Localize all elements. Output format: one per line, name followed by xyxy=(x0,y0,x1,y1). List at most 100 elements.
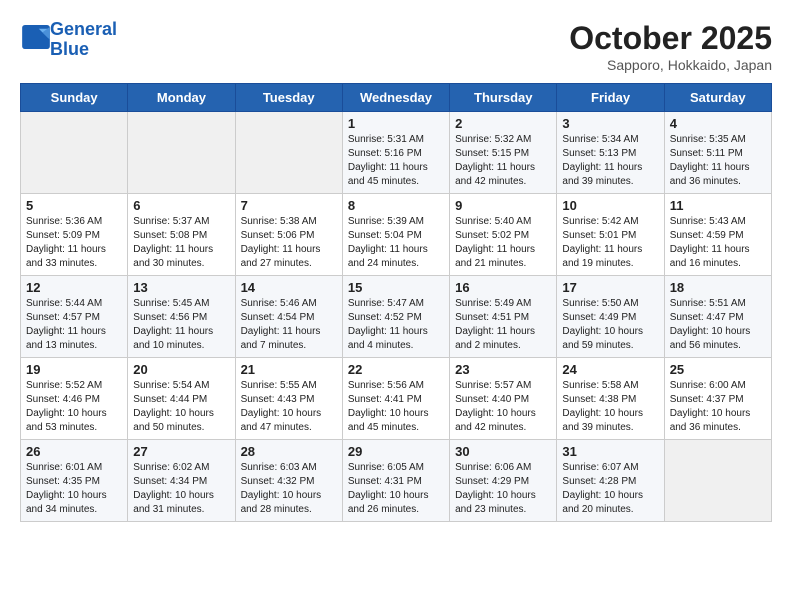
day-info: Sunrise: 5:52 AM Sunset: 4:46 PM Dayligh… xyxy=(26,379,122,435)
calendar-cell: 6 Sunrise: 5:37 AM Sunset: 5:08 PM Daylig… xyxy=(128,194,235,276)
calendar-cell: 10 Sunrise: 5:42 AM Sunset: 5:01 PM Dayli… xyxy=(557,194,664,276)
calendar-cell: 26Sunrise: 6:01 AM Sunset: 4:35 PM Dayli… xyxy=(21,440,128,522)
day-number: 30 xyxy=(455,444,551,459)
calendar-cell: 5 Sunrise: 5:36 AM Sunset: 5:09 PM Daylig… xyxy=(21,194,128,276)
calendar-cell xyxy=(664,440,771,522)
calendar-cell xyxy=(235,112,342,194)
day-number: 7 xyxy=(241,198,337,213)
day-number: 4 xyxy=(670,116,766,131)
day-number: 25 xyxy=(670,362,766,377)
calendar-week-row: 1Sunrise: 5:31 AM Sunset: 5:16 PM Daylig… xyxy=(21,112,772,194)
calendar-cell: 25 Sunrise: 6:00 AM Sunset: 4:37 PM Dayli… xyxy=(664,358,771,440)
weekday-header: Monday xyxy=(128,84,235,112)
calendar-cell: 22 Sunrise: 5:56 AM Sunset: 4:41 PM Dayli… xyxy=(342,358,449,440)
calendar-cell xyxy=(21,112,128,194)
title-block: October 2025 Sapporo, Hokkaido, Japan xyxy=(569,20,772,73)
calendar-cell xyxy=(128,112,235,194)
day-info: Sunrise: 5:40 AM Sunset: 5:02 PM Dayligh… xyxy=(455,215,551,271)
calendar-cell: 17 Sunrise: 5:50 AM Sunset: 4:49 PM Dayli… xyxy=(557,276,664,358)
day-info: Sunrise: 5:49 AM Sunset: 4:51 PM Dayligh… xyxy=(455,297,551,353)
day-number: 5 xyxy=(26,198,122,213)
day-info: Sunrise: 5:51 AM Sunset: 4:47 PM Dayligh… xyxy=(670,297,766,353)
calendar-cell: 11 Sunrise: 5:43 AM Sunset: 4:59 PM Dayli… xyxy=(664,194,771,276)
day-info: Sunrise: 5:44 AM Sunset: 4:57 PM Dayligh… xyxy=(26,297,122,353)
day-number: 11 xyxy=(670,198,766,213)
calendar-cell: 24 Sunrise: 5:58 AM Sunset: 4:38 PM Dayli… xyxy=(557,358,664,440)
day-number: 6 xyxy=(133,198,229,213)
day-number: 16 xyxy=(455,280,551,295)
calendar-cell: 31Sunrise: 6:07 AM Sunset: 4:28 PM Dayli… xyxy=(557,440,664,522)
day-info: Sunrise: 5:35 AM Sunset: 5:11 PM Dayligh… xyxy=(670,133,766,189)
day-number: 10 xyxy=(562,198,658,213)
calendar-cell: 16 Sunrise: 5:49 AM Sunset: 4:51 PM Dayli… xyxy=(450,276,557,358)
month-title: October 2025 xyxy=(569,20,772,57)
day-number: 21 xyxy=(241,362,337,377)
calendar-cell: 20Sunrise: 5:54 AM Sunset: 4:44 PM Dayli… xyxy=(128,358,235,440)
day-number: 17 xyxy=(562,280,658,295)
calendar-cell: 21 Sunrise: 5:55 AM Sunset: 4:43 PM Dayli… xyxy=(235,358,342,440)
logo-line1: General xyxy=(50,19,117,39)
day-info: Sunrise: 6:01 AM Sunset: 4:35 PM Dayligh… xyxy=(26,461,122,517)
calendar-cell: 3 Sunrise: 5:34 AM Sunset: 5:13 PM Daylig… xyxy=(557,112,664,194)
day-number: 23 xyxy=(455,362,551,377)
day-number: 14 xyxy=(241,280,337,295)
day-number: 28 xyxy=(241,444,337,459)
day-info: Sunrise: 5:46 AM Sunset: 4:54 PM Dayligh… xyxy=(241,297,337,353)
weekday-header: Tuesday xyxy=(235,84,342,112)
day-number: 31 xyxy=(562,444,658,459)
day-info: Sunrise: 5:56 AM Sunset: 4:41 PM Dayligh… xyxy=(348,379,444,435)
day-number: 20 xyxy=(133,362,229,377)
day-info: Sunrise: 6:00 AM Sunset: 4:37 PM Dayligh… xyxy=(670,379,766,435)
calendar-week-row: 19 Sunrise: 5:52 AM Sunset: 4:46 PM Dayli… xyxy=(21,358,772,440)
day-info: Sunrise: 5:39 AM Sunset: 5:04 PM Dayligh… xyxy=(348,215,444,271)
calendar-cell: 19 Sunrise: 5:52 AM Sunset: 4:46 PM Dayli… xyxy=(21,358,128,440)
day-number: 9 xyxy=(455,198,551,213)
day-number: 8 xyxy=(348,198,444,213)
calendar-cell: 4 Sunrise: 5:35 AM Sunset: 5:11 PM Daylig… xyxy=(664,112,771,194)
day-info: Sunrise: 5:47 AM Sunset: 4:52 PM Dayligh… xyxy=(348,297,444,353)
day-info: Sunrise: 5:31 AM Sunset: 5:16 PM Dayligh… xyxy=(348,133,444,189)
calendar-cell: 15Sunrise: 5:47 AM Sunset: 4:52 PM Dayli… xyxy=(342,276,449,358)
weekday-header: Thursday xyxy=(450,84,557,112)
day-number: 2 xyxy=(455,116,551,131)
weekday-header: Saturday xyxy=(664,84,771,112)
logo-line2: Blue xyxy=(50,39,89,59)
day-info: Sunrise: 5:43 AM Sunset: 4:59 PM Dayligh… xyxy=(670,215,766,271)
day-info: Sunrise: 6:02 AM Sunset: 4:34 PM Dayligh… xyxy=(133,461,229,517)
day-number: 12 xyxy=(26,280,122,295)
day-number: 22 xyxy=(348,362,444,377)
calendar-cell: 28 Sunrise: 6:03 AM Sunset: 4:32 PM Dayli… xyxy=(235,440,342,522)
calendar-cell: 8 Sunrise: 5:39 AM Sunset: 5:04 PM Daylig… xyxy=(342,194,449,276)
day-info: Sunrise: 5:45 AM Sunset: 4:56 PM Dayligh… xyxy=(133,297,229,353)
day-info: Sunrise: 5:55 AM Sunset: 4:43 PM Dayligh… xyxy=(241,379,337,435)
logo-text: General Blue xyxy=(50,20,117,60)
logo-icon xyxy=(22,25,50,49)
day-number: 29 xyxy=(348,444,444,459)
calendar-week-row: 5 Sunrise: 5:36 AM Sunset: 5:09 PM Daylig… xyxy=(21,194,772,276)
day-number: 3 xyxy=(562,116,658,131)
day-info: Sunrise: 5:32 AM Sunset: 5:15 PM Dayligh… xyxy=(455,133,551,189)
day-info: Sunrise: 5:34 AM Sunset: 5:13 PM Dayligh… xyxy=(562,133,658,189)
day-number: 19 xyxy=(26,362,122,377)
day-info: Sunrise: 5:50 AM Sunset: 4:49 PM Dayligh… xyxy=(562,297,658,353)
day-info: Sunrise: 5:38 AM Sunset: 5:06 PM Dayligh… xyxy=(241,215,337,271)
day-number: 13 xyxy=(133,280,229,295)
calendar-cell: 27Sunrise: 6:02 AM Sunset: 4:34 PM Dayli… xyxy=(128,440,235,522)
calendar-table: SundayMondayTuesdayWednesdayThursdayFrid… xyxy=(20,83,772,522)
day-info: Sunrise: 6:03 AM Sunset: 4:32 PM Dayligh… xyxy=(241,461,337,517)
day-info: Sunrise: 5:42 AM Sunset: 5:01 PM Dayligh… xyxy=(562,215,658,271)
calendar-cell: 29 Sunrise: 6:05 AM Sunset: 4:31 PM Dayli… xyxy=(342,440,449,522)
calendar-week-row: 26Sunrise: 6:01 AM Sunset: 4:35 PM Dayli… xyxy=(21,440,772,522)
calendar-cell: 7 Sunrise: 5:38 AM Sunset: 5:06 PM Daylig… xyxy=(235,194,342,276)
day-info: Sunrise: 6:06 AM Sunset: 4:29 PM Dayligh… xyxy=(455,461,551,517)
logo: General Blue xyxy=(20,20,117,60)
calendar-cell: 9 Sunrise: 5:40 AM Sunset: 5:02 PM Daylig… xyxy=(450,194,557,276)
calendar-cell: 1Sunrise: 5:31 AM Sunset: 5:16 PM Daylig… xyxy=(342,112,449,194)
day-info: Sunrise: 5:58 AM Sunset: 4:38 PM Dayligh… xyxy=(562,379,658,435)
calendar-cell: 12 Sunrise: 5:44 AM Sunset: 4:57 PM Dayli… xyxy=(21,276,128,358)
day-info: Sunrise: 5:37 AM Sunset: 5:08 PM Dayligh… xyxy=(133,215,229,271)
day-info: Sunrise: 5:36 AM Sunset: 5:09 PM Dayligh… xyxy=(26,215,122,271)
day-number: 24 xyxy=(562,362,658,377)
day-info: Sunrise: 6:05 AM Sunset: 4:31 PM Dayligh… xyxy=(348,461,444,517)
weekday-header-row: SundayMondayTuesdayWednesdayThursdayFrid… xyxy=(21,84,772,112)
